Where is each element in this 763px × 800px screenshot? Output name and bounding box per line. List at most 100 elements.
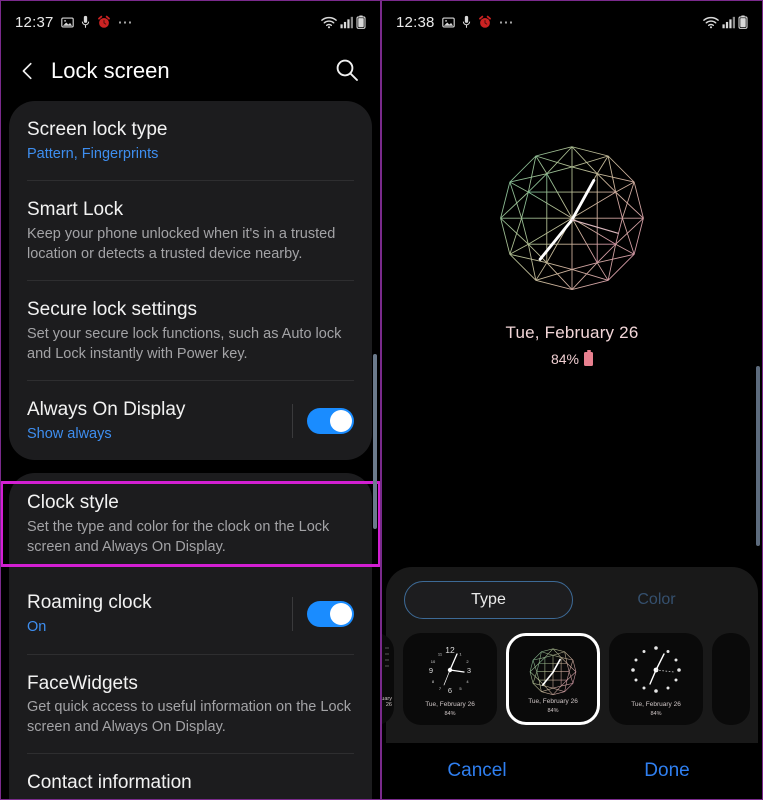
svg-text:6: 6 — [448, 686, 452, 695]
wifi-icon — [703, 16, 719, 29]
clock-style-carousel[interactable]: Tue, February 26 12 3 6 9 1 2 — [381, 619, 758, 725]
clock-widget: Tue, February 26 84% — [382, 135, 762, 367]
battery-icon — [356, 15, 366, 29]
clock-thumbnail-partial-left[interactable]: Tue, February 26 — [381, 633, 394, 725]
svg-text:10: 10 — [431, 659, 436, 664]
tab-color[interactable]: Color — [573, 582, 740, 618]
back-arrow-icon[interactable] — [15, 58, 41, 84]
tab-type[interactable]: Type — [404, 581, 573, 619]
sheet-footer: Cancel Done — [382, 743, 762, 799]
row-subtitle: Set your secure lock functions, such as … — [27, 325, 342, 362]
row-title: Smart Lock — [27, 199, 124, 221]
thumb-clock-face — [509, 645, 597, 699]
thumb-battery: 84% — [650, 711, 662, 717]
settings-row-facewidgets[interactable]: FaceWidgets Get quick access to useful i… — [27, 653, 354, 754]
svg-text:1: 1 — [459, 652, 462, 657]
settings-row-screen-lock-type[interactable]: Screen lock type Pattern, Fingerprints — [27, 101, 354, 180]
svg-text:12: 12 — [445, 645, 455, 655]
row-title: FaceWidgets — [27, 672, 138, 694]
toggle-divider — [292, 403, 293, 438]
lock-screen-preview: Tue, February 26 84% — [382, 43, 762, 603]
status-overflow-icon: ⋯ — [498, 13, 516, 31]
thumb-clock-face — [609, 642, 703, 696]
geometric-polygon-clock-icon — [500, 146, 644, 291]
battery-icon — [738, 15, 748, 29]
page-header: Lock screen — [1, 43, 380, 99]
status-bar-time: 12:38 — [396, 13, 435, 31]
settings-scroll-area[interactable]: Screen lock type Pattern, Fingerprints S… — [1, 99, 380, 799]
row-title: Secure lock settings — [27, 299, 198, 321]
row-title: Clock style — [27, 492, 119, 514]
status-bar: 12:37 ⋯ — [1, 1, 380, 43]
sheet-tabs: Type Color — [386, 567, 758, 619]
svg-text:8: 8 — [432, 679, 435, 684]
wifi-icon — [321, 16, 337, 29]
image-icon — [441, 16, 455, 29]
settings-row-contact-information[interactable]: Contact information Show information suc… — [27, 753, 354, 799]
status-overflow-icon: ⋯ — [117, 13, 135, 31]
row-subtitle: Keep your phone unlocked when it's in a … — [27, 226, 336, 262]
row-title: Screen lock type — [27, 119, 168, 140]
settings-row-clock-style[interactable]: Clock style Set the type and color for t… — [27, 473, 354, 574]
right-phone-panel: 12:38 ⋯ Tue, February 26 84% Type Color … — [381, 0, 763, 800]
vertical-scrollbar[interactable] — [373, 354, 377, 529]
status-bar-time: 12:37 — [15, 13, 54, 31]
clock-thumbnail-geometric-selected[interactable]: Tue, February 26 84% — [506, 633, 600, 725]
left-phone-panel: 12:37 ⋯ Lock screen Screen lock type Pat… — [0, 0, 381, 800]
thumb-clock-face: 12 3 6 9 1 2 4 5 7 8 10 11 — [403, 642, 497, 698]
toggle-divider — [292, 596, 293, 631]
lock-screen-date: Tue, February 26 — [505, 323, 639, 342]
row-subtitle: Pattern, Fingerprints — [27, 145, 159, 162]
svg-text:9: 9 — [429, 666, 433, 675]
thumb-date: Tue, February 26 — [528, 698, 578, 705]
toggle-group — [292, 403, 354, 438]
battery-percent-label: 84% — [550, 351, 580, 367]
thumb-date: Tue, February 26 — [425, 701, 475, 708]
svg-text:2: 2 — [466, 659, 469, 664]
dual-phone-screenshot: 12:37 ⋯ Lock screen Screen lock type Pat… — [0, 0, 763, 800]
settings-card-clock: Clock style Set the type and color for t… — [1, 473, 380, 799]
search-icon[interactable] — [334, 57, 362, 85]
thumb-battery: 84% — [444, 711, 456, 717]
page-title: Lock screen — [51, 58, 170, 83]
status-bar: 12:38 ⋯ — [382, 1, 762, 43]
thumb-date: Tue, February 26 — [381, 696, 392, 708]
signal-icon — [340, 16, 353, 29]
settings-row-roaming-clock[interactable]: Roaming clock On — [27, 574, 354, 653]
settings-row-smart-lock[interactable]: Smart Lock Keep your phone unlocked when… — [27, 180, 354, 280]
svg-text:4: 4 — [466, 679, 469, 684]
microphone-icon — [462, 15, 471, 29]
microphone-icon — [81, 15, 90, 29]
toggle-group — [292, 596, 354, 631]
signal-icon — [722, 16, 735, 29]
clock-thumbnail-numeral-analog[interactable]: 12 3 6 9 1 2 4 5 7 8 10 11 Tue, February… — [403, 633, 497, 725]
clock-thumbnail-dot-analog[interactable]: Tue, February 26 84% — [609, 633, 703, 725]
done-button[interactable]: Done — [572, 760, 762, 782]
battery-icon — [584, 349, 594, 366]
thumb-battery: 84% — [547, 708, 559, 714]
thumb-clock-face — [382, 642, 394, 686]
settings-row-always-on-display[interactable]: Always On Display Show always — [27, 380, 354, 460]
clock-thumbnail-partial-right[interactable] — [712, 633, 750, 725]
svg-text:5: 5 — [459, 686, 462, 691]
toggle-knob — [330, 409, 352, 432]
row-subtitle: Get quick access to useful information o… — [27, 699, 352, 735]
svg-text:3: 3 — [467, 666, 471, 675]
row-subtitle: Set the type and color for the clock on … — [27, 519, 330, 555]
lock-screen-battery: 84% — [550, 349, 594, 367]
roaming-clock-toggle[interactable] — [307, 600, 354, 627]
row-title: Contact information — [27, 772, 192, 794]
svg-text:11: 11 — [438, 652, 443, 657]
vertical-scrollbar[interactable] — [756, 366, 760, 546]
settings-card-lock: Screen lock type Pattern, Fingerprints S… — [9, 101, 372, 461]
svg-text:7: 7 — [439, 686, 442, 691]
thumb-date: Tue, February 26 — [631, 701, 681, 708]
clock-style-sheet: Type Color Tue, February 26 12 — [382, 567, 758, 743]
alarm-icon — [97, 15, 111, 29]
cancel-button[interactable]: Cancel — [382, 760, 572, 782]
settings-row-secure-lock-settings[interactable]: Secure lock settings Set your secure loc… — [27, 280, 354, 380]
always-on-display-toggle[interactable] — [307, 407, 354, 434]
image-icon — [60, 16, 74, 29]
alarm-icon — [478, 15, 492, 29]
toggle-knob — [330, 602, 352, 625]
